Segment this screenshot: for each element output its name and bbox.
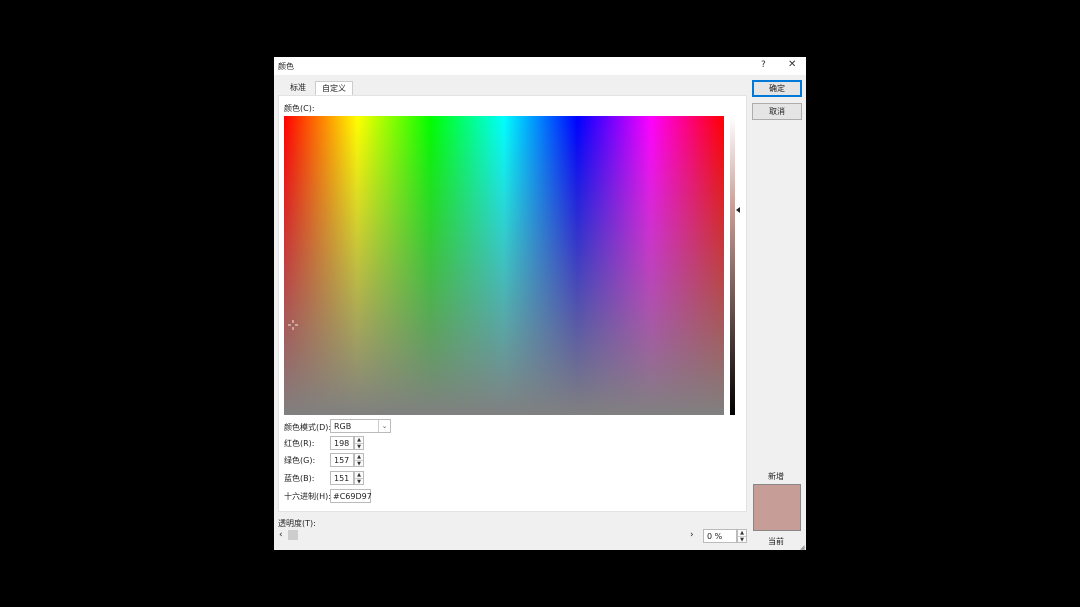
color-mode-value: RGB xyxy=(334,422,352,431)
tab-custom[interactable]: 自定义 xyxy=(315,81,353,96)
spin-up-icon[interactable]: ▲ xyxy=(355,437,363,444)
spin-up-icon[interactable]: ▲ xyxy=(355,472,363,479)
title-bar: 颜色 ? ✕ xyxy=(274,57,806,75)
color-mode-select[interactable]: RGB ⌄ xyxy=(330,419,391,433)
red-value: 198 xyxy=(334,439,350,448)
spin-down-icon[interactable]: ▼ xyxy=(355,479,363,485)
luminance-arrow-icon[interactable] xyxy=(736,207,740,213)
close-icon[interactable]: ✕ xyxy=(788,59,796,70)
transparency-value: 0 % xyxy=(707,532,723,541)
spin-up-icon[interactable]: ▲ xyxy=(355,454,363,461)
color-mode-label: 颜色模式(D): xyxy=(284,423,332,432)
window-title: 颜色 xyxy=(278,62,294,71)
spin-down-icon[interactable]: ▼ xyxy=(355,444,363,450)
tab-standard[interactable]: 标准 xyxy=(284,81,312,95)
green-input[interactable]: 157 xyxy=(330,453,354,467)
ok-button[interactable]: 确定 xyxy=(752,80,802,97)
green-stepper[interactable]: ▲ ▼ xyxy=(354,453,364,467)
spin-down-icon[interactable]: ▼ xyxy=(738,537,746,543)
spin-down-icon[interactable]: ▼ xyxy=(355,461,363,467)
transparency-slider[interactable] xyxy=(288,530,688,540)
help-icon[interactable]: ? xyxy=(761,60,766,70)
transparency-stepper[interactable]: ▲ ▼ xyxy=(737,529,747,543)
color-spectrum[interactable] xyxy=(284,116,724,415)
blue-stepper[interactable]: ▲ ▼ xyxy=(354,471,364,485)
blue-value: 151 xyxy=(334,474,350,483)
hex-value: #C69D97 xyxy=(333,492,372,501)
color-preview-swatch xyxy=(753,484,801,531)
colors-label: 颜色(C): xyxy=(284,104,315,113)
transparency-input[interactable]: 0 % xyxy=(703,529,737,543)
green-label: 绿色(G): xyxy=(284,456,316,465)
chevron-left-icon[interactable]: ‹ xyxy=(279,530,283,540)
resize-grip-icon[interactable]: ◢ xyxy=(800,544,805,551)
new-color-label: 新增 xyxy=(768,472,784,481)
spin-up-icon[interactable]: ▲ xyxy=(738,530,746,537)
hex-input[interactable]: #C69D97 xyxy=(330,489,372,503)
red-input[interactable]: 198 xyxy=(330,436,354,450)
blue-input[interactable]: 151 xyxy=(330,471,354,485)
green-value: 157 xyxy=(334,456,350,465)
crosshair-icon xyxy=(288,320,298,330)
chevron-right-icon[interactable]: › xyxy=(690,530,694,540)
current-color-label: 当前 xyxy=(768,537,784,546)
red-stepper[interactable]: ▲ ▼ xyxy=(354,436,364,450)
red-label: 红色(R): xyxy=(284,439,315,448)
color-dialog: 颜色 ? ✕ 标准 自定义 颜色(C): 颜色模式(D): RGB ⌄ 红色(R… xyxy=(274,57,806,551)
blue-label: 蓝色(B): xyxy=(284,474,315,483)
luminance-slider[interactable] xyxy=(730,116,735,415)
cancel-button[interactable]: 取消 xyxy=(752,103,802,120)
transparency-slider-thumb[interactable] xyxy=(288,530,298,540)
hex-label: 十六进制(H): xyxy=(284,492,331,501)
chevron-down-icon[interactable]: ⌄ xyxy=(378,420,390,432)
transparency-label: 透明度(T): xyxy=(278,519,316,528)
